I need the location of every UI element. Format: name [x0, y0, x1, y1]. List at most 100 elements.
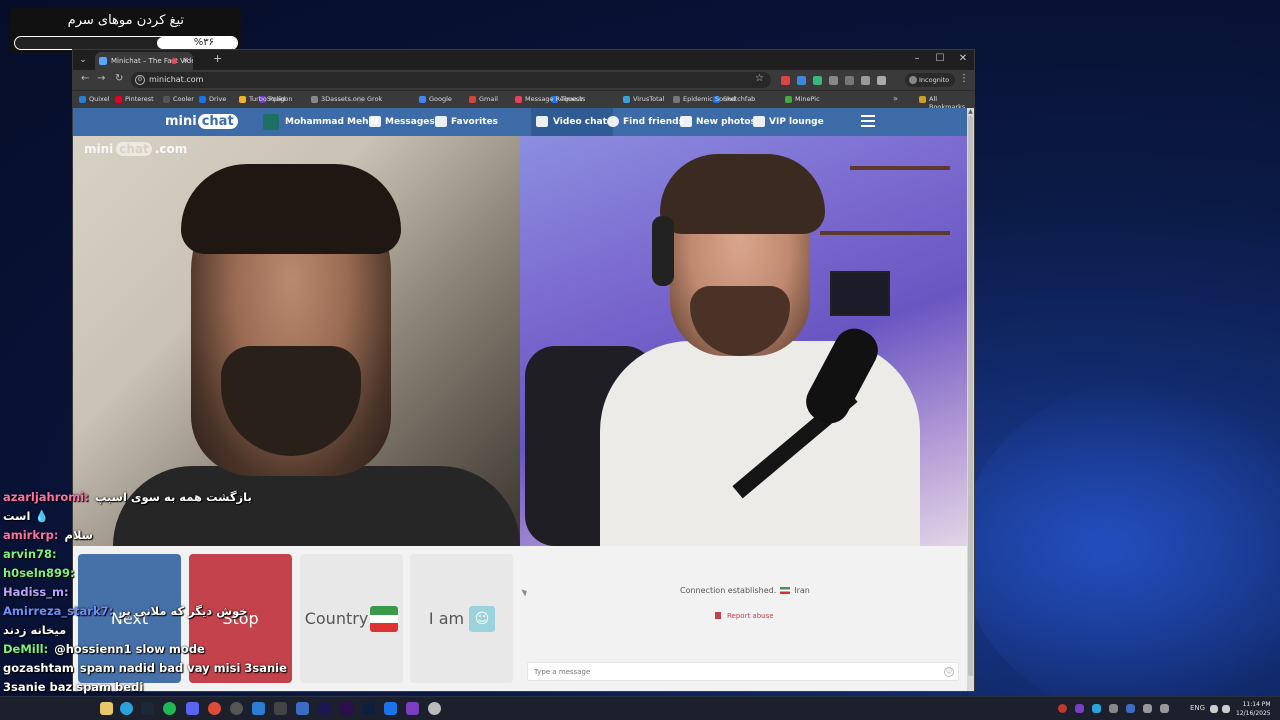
scroll-up-icon[interactable]: ▲ — [967, 108, 974, 115]
extension-icon[interactable] — [877, 76, 886, 85]
bookmarks-overflow-icon[interactable]: » — [893, 94, 898, 103]
file-explorer-icon[interactable] — [100, 702, 113, 715]
extension-icon[interactable] — [781, 76, 790, 85]
bookmark-item[interactable]: VirusTotal — [623, 95, 664, 103]
obs-icon[interactable] — [230, 702, 243, 715]
app-icon[interactable] — [406, 702, 419, 715]
maximize-button[interactable]: ☐ — [933, 53, 947, 64]
minimize-button[interactable]: – — [910, 53, 924, 64]
chrome-icon[interactable] — [208, 702, 221, 715]
country-label: Country — [304, 609, 369, 628]
clock-time: 11:14 PM — [1242, 701, 1271, 708]
stream-chat-overlay: azarljahromi: بازگشت همه به سوی اسبپ است 💧… — [0, 0, 300, 720]
message-input[interactable] — [527, 662, 959, 681]
bookmark-item[interactable]: Gmail — [469, 95, 498, 103]
extension-icon[interactable] — [861, 76, 870, 85]
tray-icon[interactable] — [1075, 704, 1084, 713]
chat-message: gozashtam spam nadid bad vay misi 3sanie — [3, 661, 287, 675]
spotify-icon[interactable] — [163, 702, 176, 715]
headphones — [652, 216, 674, 286]
bookmark-label: Grok — [367, 95, 383, 103]
page-scrollbar[interactable]: ▲ — [967, 108, 974, 691]
bookmark-item[interactable]: Message Requests — [515, 95, 585, 103]
extensions-puzzle-icon[interactable] — [829, 76, 838, 85]
telegram-icon[interactable] — [120, 702, 133, 715]
chat-username: Hadiss_m: — [3, 585, 69, 599]
bookmark-item[interactable]: 3Dassets.one — [311, 95, 365, 103]
bluetooth-icon[interactable] — [1126, 704, 1135, 713]
chat-message: arvin78: — [3, 547, 63, 561]
report-abuse-link[interactable]: Report abuse — [715, 612, 774, 620]
emoji-icon[interactable]: ☺ — [944, 667, 954, 677]
nav-messages-label: Messages — [385, 117, 435, 127]
chat-text: سلام — [64, 528, 93, 542]
chat-username: azarljahromi: — [3, 490, 89, 504]
tray-icon[interactable] — [1143, 704, 1152, 713]
chat-message: Hadiss_m: — [3, 585, 75, 599]
nav-video-chat[interactable]: Video chat — [531, 108, 613, 136]
chat-username: arvin78: — [3, 547, 57, 561]
nav-find-friends-label: Find friends — [623, 117, 684, 127]
steam-icon[interactable] — [141, 702, 154, 715]
shelf — [850, 166, 950, 170]
extension-icon[interactable] — [813, 76, 822, 85]
extension-icon[interactable] — [845, 76, 854, 85]
browser-menu-icon[interactable]: ⋮ — [959, 73, 969, 84]
bookmark-favicon-icon — [623, 96, 630, 103]
bookmark-label: 3Dassets.one — [321, 95, 365, 103]
language-indicator[interactable]: ENG — [1190, 704, 1205, 712]
bookmark-favicon-icon — [469, 96, 476, 103]
close-window-button[interactable]: ✕ — [956, 53, 970, 64]
bookmark-favicon-icon — [785, 96, 792, 103]
tray-icon[interactable] — [1160, 704, 1169, 713]
chat-message: 3sanie baz spam bedi — [3, 680, 149, 694]
nav-vip-lounge[interactable]: VIP lounge — [753, 108, 824, 136]
chat-text: خوش دیگر که ملانی پر — [119, 604, 248, 618]
menu-icon[interactable] — [861, 115, 875, 127]
bookmark-item[interactable]: Epidemic Sound — [673, 95, 735, 103]
bookmark-label: Gmail — [479, 95, 498, 103]
nav-new-photos[interactable]: New photos — [680, 108, 756, 136]
network-icon[interactable] — [1210, 705, 1218, 713]
photoshop-icon[interactable] — [362, 702, 375, 715]
gender-button[interactable]: I am ☺ — [410, 554, 513, 683]
incognito-badge[interactable]: Incognito — [905, 73, 955, 87]
app-icon[interactable] — [252, 702, 265, 715]
tray-icon[interactable] — [1092, 704, 1101, 713]
app-icon[interactable] — [274, 702, 287, 715]
connection-text: Connection established. — [680, 586, 777, 595]
scroll-thumb[interactable] — [968, 116, 973, 676]
app-icon[interactable] — [384, 702, 397, 715]
nav-find-friends[interactable]: Find friends — [607, 108, 684, 136]
chat-message: h0seln899: — [3, 566, 81, 580]
nav-favorites[interactable]: Favorites — [435, 108, 498, 136]
bookmark-label: Message Requests — [525, 95, 586, 103]
bookmark-item[interactable]: Google — [419, 95, 452, 103]
chat-text: است 💧 — [3, 509, 49, 523]
bookmark-favicon-icon — [311, 96, 318, 103]
premiere-icon[interactable] — [340, 702, 353, 715]
nav-messages[interactable]: Messages — [369, 108, 435, 136]
app-icon[interactable] — [428, 702, 441, 715]
country-button[interactable]: Country — [300, 554, 403, 683]
bookmark-favicon-icon — [419, 96, 426, 103]
crown-icon — [753, 116, 765, 127]
discord-icon[interactable] — [186, 702, 199, 715]
video-subject-shirt — [600, 341, 920, 551]
extension-icon[interactable] — [797, 76, 806, 85]
tray-icon[interactable] — [1058, 704, 1067, 713]
bookmark-label: VirusTotal — [633, 95, 665, 103]
incognito-label: Incognito — [919, 76, 950, 84]
bookmark-favicon-icon — [515, 96, 522, 103]
wallpaper-bloom — [960, 380, 1280, 720]
system-clock[interactable]: 11:14 PM 12/16/2025 — [1236, 700, 1271, 718]
bookmark-star-icon[interactable]: ☆ — [755, 73, 764, 84]
chat-message: DeMill: @hossienn1 slow mode — [3, 642, 205, 656]
bookmark-item[interactable]: MinePic — [785, 95, 820, 103]
tray-icon[interactable] — [1109, 704, 1118, 713]
after-effects-icon[interactable] — [318, 702, 331, 715]
app-icon[interactable] — [296, 702, 309, 715]
background-monitor — [830, 271, 890, 316]
video-subject-hair — [660, 154, 825, 234]
volume-icon[interactable] — [1222, 705, 1230, 713]
